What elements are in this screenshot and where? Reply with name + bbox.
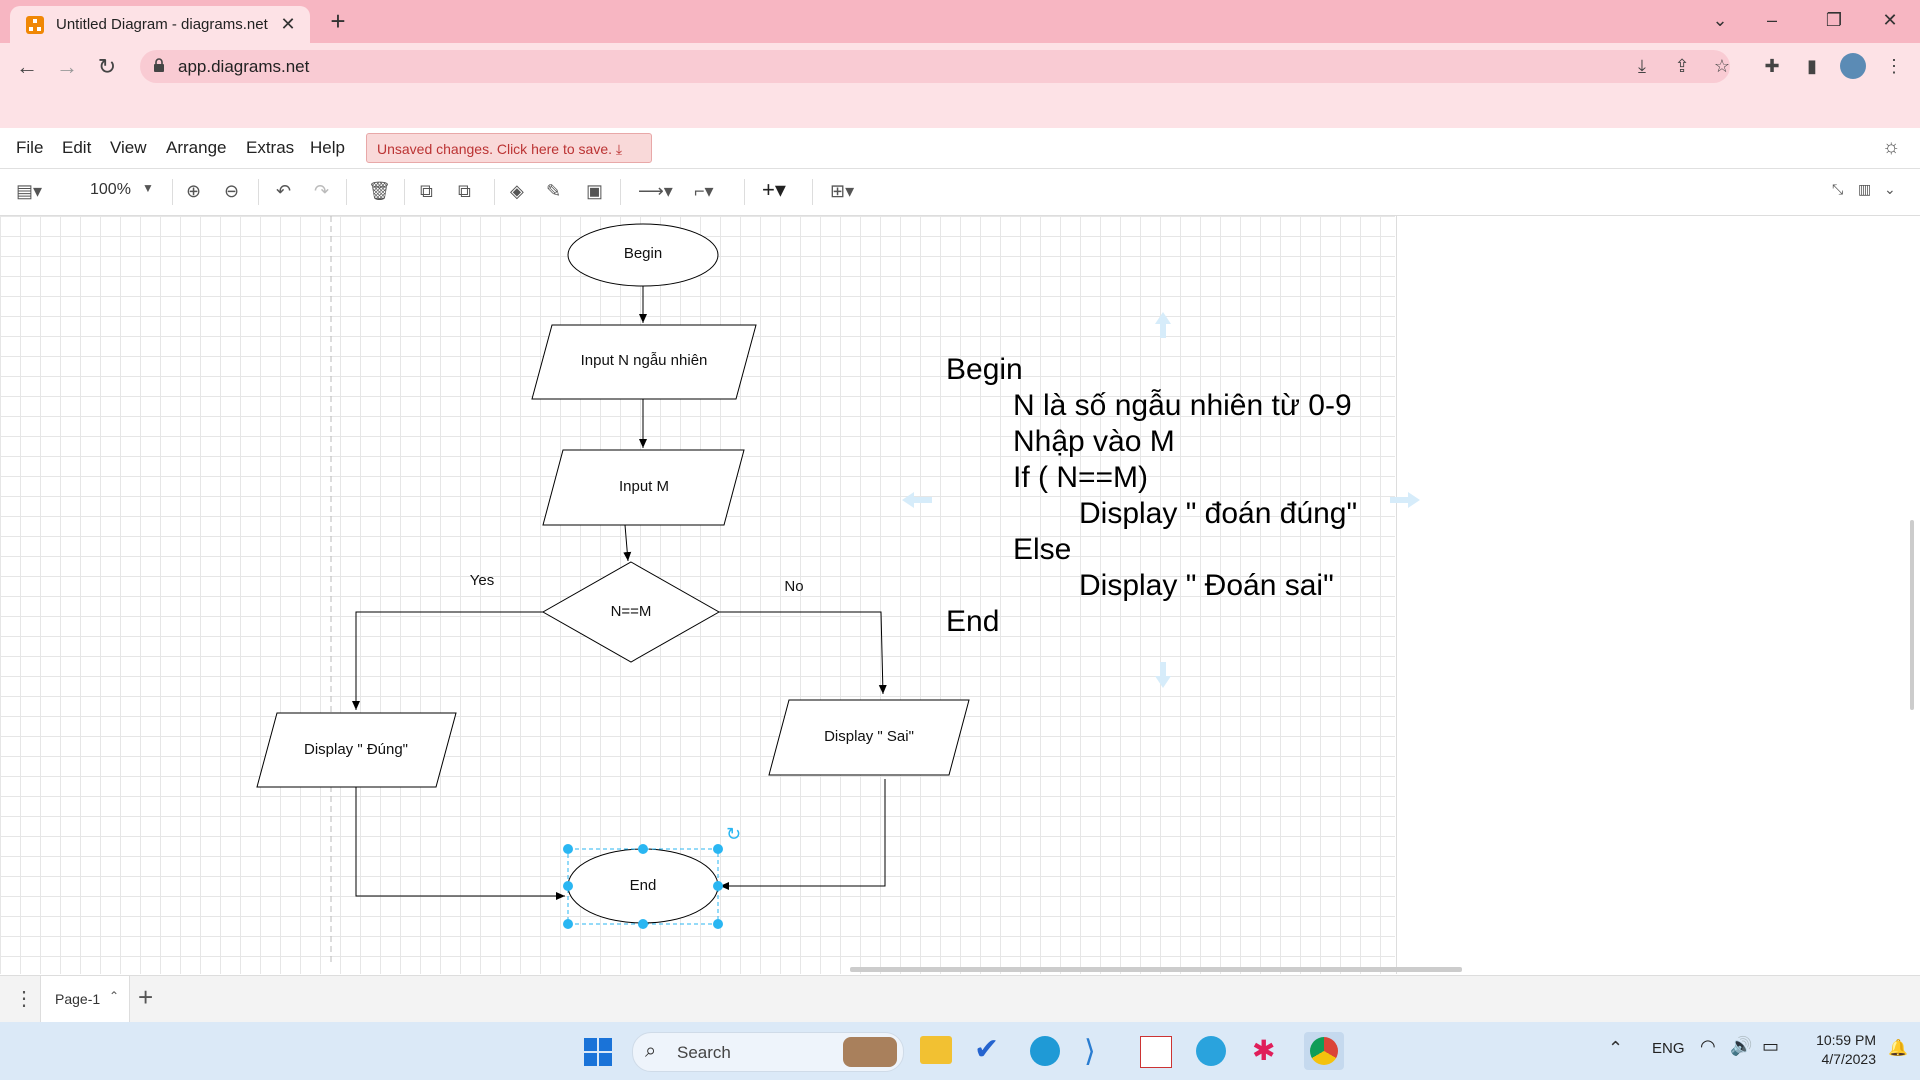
volume-icon[interactable]: 🔊 — [1730, 1036, 1752, 1057]
slack-icon[interactable]: ✱ — [1252, 1034, 1275, 1067]
page-tab-label: Page-1 — [55, 991, 101, 1007]
battery-icon[interactable]: ▭ — [1762, 1036, 1779, 1057]
notification-icon[interactable]: 🔔 — [1888, 1038, 1908, 1058]
todo-icon[interactable]: ✔ — [974, 1032, 999, 1067]
edge-false-end[interactable] — [720, 779, 886, 890]
windows-start-icon[interactable] — [584, 1038, 612, 1066]
decision-label: N==M — [610, 603, 652, 620]
input-m-label: Input M — [618, 478, 670, 495]
telegram-icon[interactable] — [1196, 1036, 1226, 1066]
edge-true-end[interactable] — [355, 787, 565, 900]
yes-label: Yes — [469, 572, 495, 589]
search-highlight-image — [843, 1037, 897, 1067]
clock-date: 4/7/2023 — [1821, 1051, 1877, 1067]
rotate-handle-icon[interactable]: ↻ — [726, 824, 741, 845]
page-tab-chevron-icon: ⌃ — [109, 989, 120, 1003]
app-icon[interactable] — [1140, 1036, 1172, 1068]
pseudo-line: Begin — [946, 353, 1023, 386]
begin-label: Begin — [623, 245, 663, 262]
clock[interactable]: 10:59 PM 4/7/2023 — [1796, 1031, 1876, 1069]
pseudo-line: Nhập vào M — [1013, 425, 1175, 458]
pages-menu-icon[interactable]: ⋮ — [14, 986, 34, 1011]
chrome-taskbar-button[interactable] — [1304, 1032, 1344, 1070]
edge-icon[interactable] — [1030, 1036, 1060, 1066]
input-n-label: Input N ngẫu nhiên — [580, 352, 708, 369]
page-tabs-bar: ⋮ Page-1 ⌃ + — [0, 975, 1920, 1022]
display-true-label: Display " Đúng" — [303, 741, 409, 758]
tray-chevron-icon[interactable]: ⌃ — [1608, 1038, 1623, 1059]
edge-no[interactable] — [719, 611, 887, 695]
wifi-icon[interactable]: ◠ — [1700, 1036, 1716, 1057]
add-page-icon[interactable]: + — [138, 982, 153, 1013]
taskbar-search-box[interactable]: ⌕ Search — [632, 1032, 904, 1072]
pseudo-line: If ( N==M) — [1013, 461, 1149, 494]
taskbar-search-label: Search — [677, 1043, 731, 1062]
edge-input-m-decision[interactable] — [623, 524, 632, 562]
pseudo-line: Else — [1013, 533, 1072, 566]
windows-taskbar: ⌕ Search ✔ ⟩ ✱ ⌃ ENG ◠ 🔊 ▭ 10:59 PM 4/7/… — [0, 1022, 1920, 1080]
page-tab[interactable]: Page-1 ⌃ — [40, 976, 130, 1022]
pseudo-line: End — [946, 605, 1000, 638]
search-icon: ⌕ — [645, 1040, 657, 1062]
end-label: End — [629, 877, 657, 894]
pseudo-line: Display " Đoán sai" — [1079, 569, 1334, 602]
pseudo-line: Display " đoán đúng" — [1079, 497, 1358, 530]
vscode-icon[interactable]: ⟩ — [1084, 1034, 1096, 1069]
pseudocode-text[interactable]: Begin N là số ngẫu nhiên từ 0-9 Nhập vào… — [946, 352, 1357, 640]
display-false-label: Display " Sai" — [824, 728, 914, 745]
edge-yes[interactable] — [352, 611, 543, 710]
pseudo-line: N là số ngẫu nhiên từ 0-9 — [1013, 389, 1352, 422]
file-explorer-icon[interactable] — [920, 1036, 952, 1064]
chrome-icon — [1310, 1037, 1338, 1065]
clock-time: 10:59 PM — [1816, 1032, 1876, 1048]
no-label: No — [784, 578, 804, 595]
language-indicator[interactable]: ENG — [1652, 1040, 1685, 1057]
